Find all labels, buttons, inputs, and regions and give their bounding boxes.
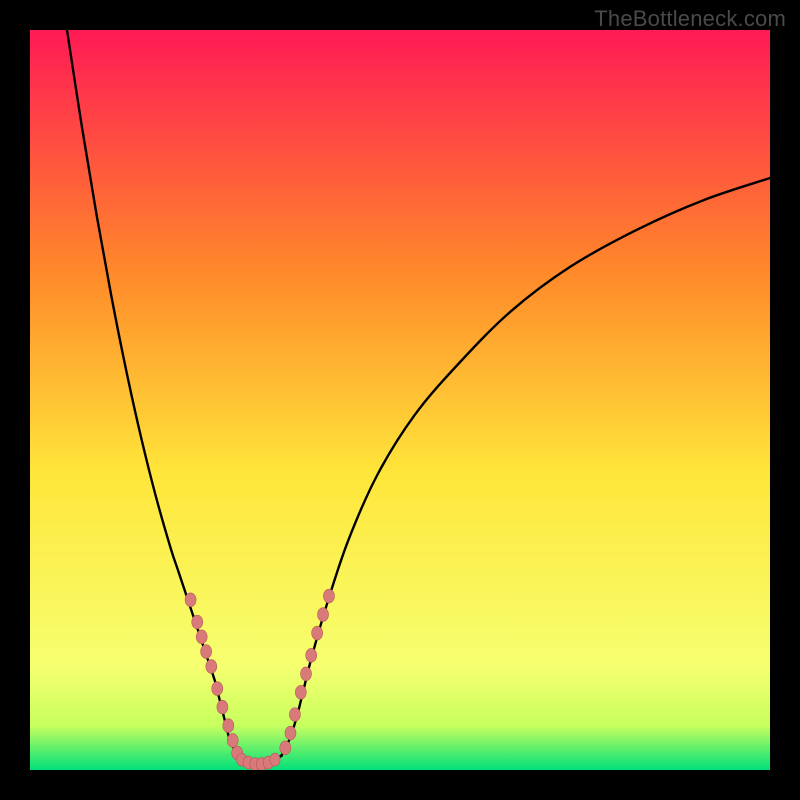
data-marker [285, 726, 296, 740]
data-marker [192, 615, 203, 629]
data-marker [185, 593, 196, 607]
data-marker [217, 700, 228, 714]
data-marker [312, 626, 323, 640]
data-marker [227, 734, 238, 748]
data-marker [289, 708, 300, 722]
data-marker [280, 741, 291, 755]
data-marker [212, 682, 223, 696]
watermark-text: TheBottleneck.com [594, 6, 786, 32]
data-marker [295, 685, 306, 699]
data-marker [206, 660, 217, 674]
data-marker [223, 719, 234, 733]
chart-frame: TheBottleneck.com [0, 0, 800, 800]
data-marker [196, 630, 207, 644]
data-marker [318, 608, 329, 622]
data-marker [301, 667, 312, 681]
plot-area [30, 30, 770, 770]
gradient-background [30, 30, 770, 770]
chart-svg [30, 30, 770, 770]
data-marker [270, 753, 280, 766]
data-marker [306, 648, 317, 662]
data-marker [323, 589, 334, 603]
data-marker [201, 645, 212, 659]
